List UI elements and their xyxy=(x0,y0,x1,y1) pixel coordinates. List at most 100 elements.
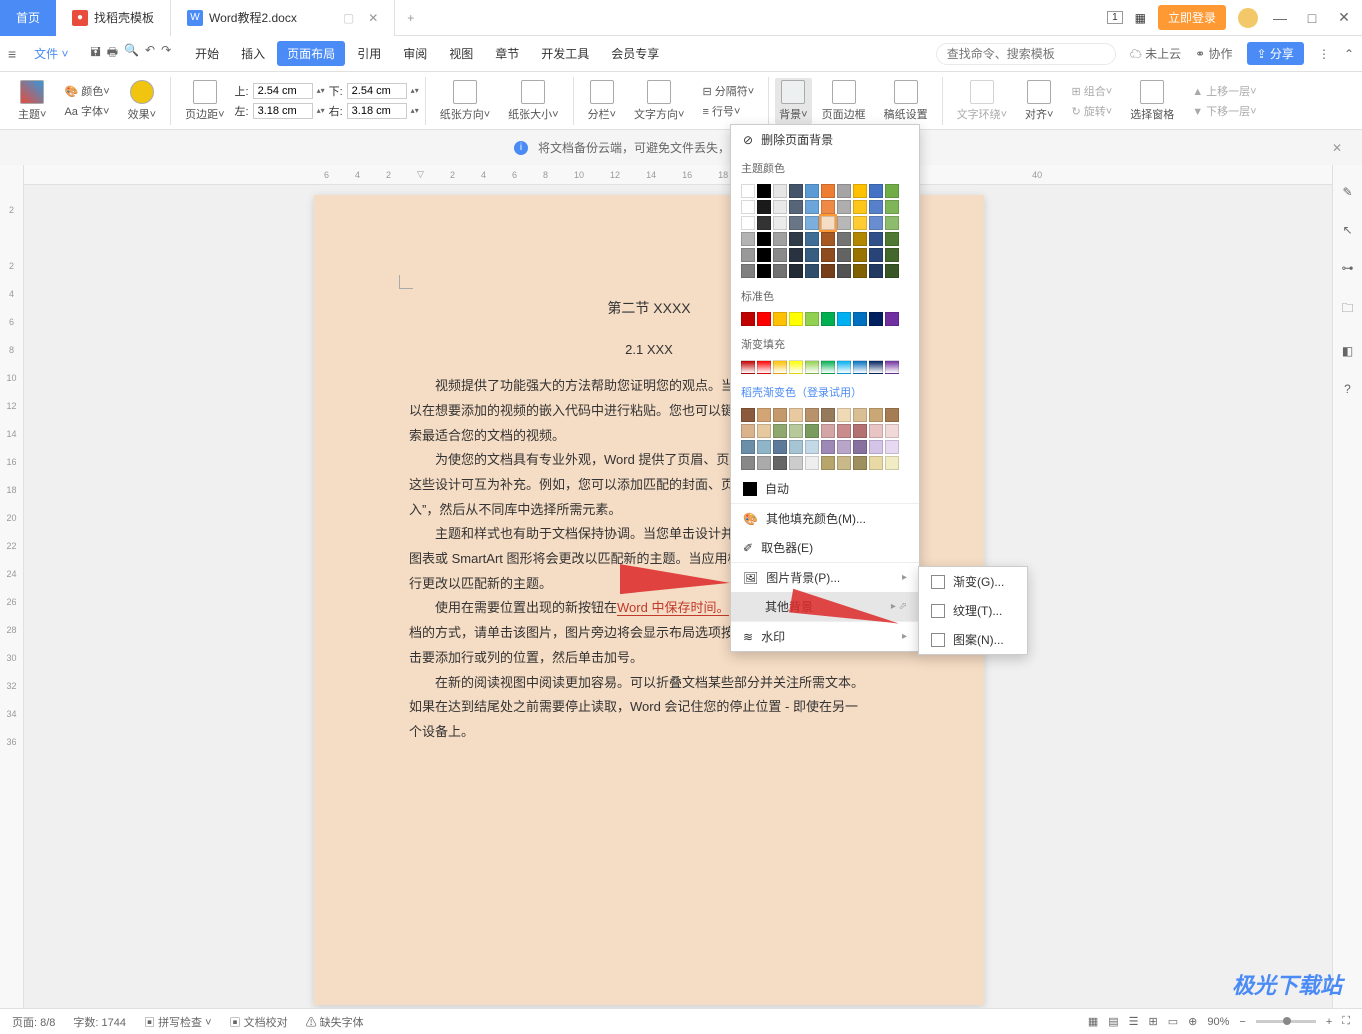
file-menu[interactable]: 文件 ˅ xyxy=(26,45,76,62)
background-button[interactable]: 背景˅ xyxy=(775,78,811,124)
color-swatch[interactable] xyxy=(853,200,867,214)
fullscreen-icon[interactable]: ⛶ xyxy=(1342,1015,1350,1028)
gradient-item[interactable]: 渐变(G)... xyxy=(919,567,1027,596)
grid-icon[interactable]: ▦ xyxy=(1135,11,1146,25)
color-swatch[interactable] xyxy=(885,312,899,326)
gradient-swatch[interactable] xyxy=(869,456,883,470)
gradient-swatch[interactable] xyxy=(773,360,787,374)
color-swatch[interactable] xyxy=(885,216,899,230)
theme-button[interactable]: 主题˅ xyxy=(10,80,54,122)
gradient-swatch[interactable] xyxy=(757,440,771,454)
gradient-swatch[interactable] xyxy=(853,456,867,470)
color-swatch[interactable] xyxy=(885,184,899,198)
gradient-swatch[interactable] xyxy=(773,424,787,438)
color-swatch[interactable] xyxy=(789,200,803,214)
color-swatch[interactable] xyxy=(821,216,835,230)
margin-bottom-input[interactable] xyxy=(347,83,407,99)
gradient-swatch[interactable] xyxy=(821,360,835,374)
textwrap-button[interactable]: 文字环绕˅ xyxy=(949,80,1015,122)
color-swatch[interactable] xyxy=(837,264,851,278)
word-count[interactable]: 字数: 1744 xyxy=(73,1014,126,1030)
gradient-swatch[interactable] xyxy=(741,456,755,470)
color-swatch[interactable] xyxy=(805,216,819,230)
color-swatch[interactable] xyxy=(853,184,867,198)
zoom-slider[interactable] xyxy=(1256,1020,1316,1023)
gradient-swatch[interactable] xyxy=(773,408,787,422)
color-swatch[interactable] xyxy=(869,264,883,278)
color-swatch[interactable] xyxy=(885,248,899,262)
gradient-swatch[interactable] xyxy=(805,360,819,374)
gradient-swatch[interactable] xyxy=(757,456,771,470)
color-swatch[interactable] xyxy=(757,248,771,262)
gradient-swatch[interactable] xyxy=(837,456,851,470)
color-button[interactable]: 🎨 颜色˅ xyxy=(64,83,109,99)
gradient-swatch[interactable] xyxy=(757,360,771,374)
color-swatch[interactable] xyxy=(773,312,787,326)
group-button[interactable]: ⊞ 组合˅ xyxy=(1071,83,1112,99)
color-swatch[interactable] xyxy=(805,312,819,326)
color-swatch[interactable] xyxy=(741,312,755,326)
expand-icon[interactable]: ⌃ xyxy=(1344,47,1354,61)
color-swatch[interactable] xyxy=(741,216,755,230)
gradient-swatch[interactable] xyxy=(821,424,835,438)
color-swatch[interactable] xyxy=(821,200,835,214)
gradient-swatch[interactable] xyxy=(837,408,851,422)
gradient-swatch[interactable] xyxy=(853,408,867,422)
color-swatch[interactable] xyxy=(821,248,835,262)
color-swatch[interactable] xyxy=(853,232,867,246)
gradient-swatch[interactable] xyxy=(741,424,755,438)
window-icon[interactable]: 1 xyxy=(1107,11,1123,24)
missing-font[interactable]: ⚠ 缺失字体 xyxy=(306,1014,364,1030)
color-swatch[interactable] xyxy=(821,232,835,246)
view-outline-icon[interactable]: ☰ xyxy=(1129,1015,1139,1028)
gradient-swatch[interactable] xyxy=(853,440,867,454)
moveup-button[interactable]: ▲ 上移一层˅ xyxy=(1192,83,1256,99)
color-swatch[interactable] xyxy=(757,264,771,278)
gradient-swatch[interactable] xyxy=(885,456,899,470)
gradient-swatch[interactable] xyxy=(789,360,803,374)
gradient-swatch[interactable] xyxy=(805,408,819,422)
gradient-swatch[interactable] xyxy=(805,456,819,470)
gradient-swatch[interactable] xyxy=(805,424,819,438)
shell-swatches[interactable] xyxy=(731,404,919,474)
avatar-icon[interactable] xyxy=(1238,8,1258,28)
color-swatch[interactable] xyxy=(789,312,803,326)
preview-icon[interactable]: 🔍 xyxy=(124,43,139,64)
color-swatch[interactable] xyxy=(805,232,819,246)
gradient-swatch[interactable] xyxy=(869,440,883,454)
color-swatch[interactable] xyxy=(821,264,835,278)
margin-top-input[interactable] xyxy=(253,83,313,99)
color-swatch[interactable] xyxy=(805,248,819,262)
color-swatch[interactable] xyxy=(805,184,819,198)
color-swatch[interactable] xyxy=(741,184,755,198)
color-swatch[interactable] xyxy=(885,200,899,214)
zoom-settings-icon[interactable]: ⊕ xyxy=(1188,1015,1197,1028)
menu-tab-section[interactable]: 章节 xyxy=(485,41,529,66)
effect-button[interactable]: 效果˅ xyxy=(120,80,164,122)
theme-swatches[interactable] xyxy=(731,180,919,282)
papersetting-button[interactable]: 稿纸设置 xyxy=(876,80,936,122)
gradient-swatch[interactable] xyxy=(789,424,803,438)
color-swatch[interactable] xyxy=(821,312,835,326)
zoom-out-icon[interactable]: − xyxy=(1239,1016,1245,1028)
gradient-swatch[interactable] xyxy=(837,424,851,438)
menu-tab-vip[interactable]: 会员专享 xyxy=(601,41,669,66)
font-button[interactable]: Aa 字体˅ xyxy=(64,103,109,119)
gradient-swatch[interactable] xyxy=(821,456,835,470)
zoom-in-icon[interactable]: + xyxy=(1326,1016,1332,1028)
breaks-button[interactable]: ⊟ 分隔符˅ xyxy=(702,83,754,99)
color-swatch[interactable] xyxy=(789,264,803,278)
movedown-button[interactable]: ▼ 下移一层˅ xyxy=(1192,103,1256,119)
color-swatch[interactable] xyxy=(773,200,787,214)
tab-home[interactable]: 首页 xyxy=(0,0,56,36)
color-swatch[interactable] xyxy=(757,184,771,198)
gradient-swatch[interactable] xyxy=(885,360,899,374)
gradient-swatch[interactable] xyxy=(869,408,883,422)
new-tab-button[interactable]: + xyxy=(395,11,426,25)
color-swatch[interactable] xyxy=(885,264,899,278)
gradient-swatch[interactable] xyxy=(837,440,851,454)
color-swatch[interactable] xyxy=(853,216,867,230)
sidebar-select-icon[interactable]: ↖ xyxy=(1342,223,1352,237)
color-swatch[interactable] xyxy=(869,184,883,198)
color-swatch[interactable] xyxy=(853,312,867,326)
